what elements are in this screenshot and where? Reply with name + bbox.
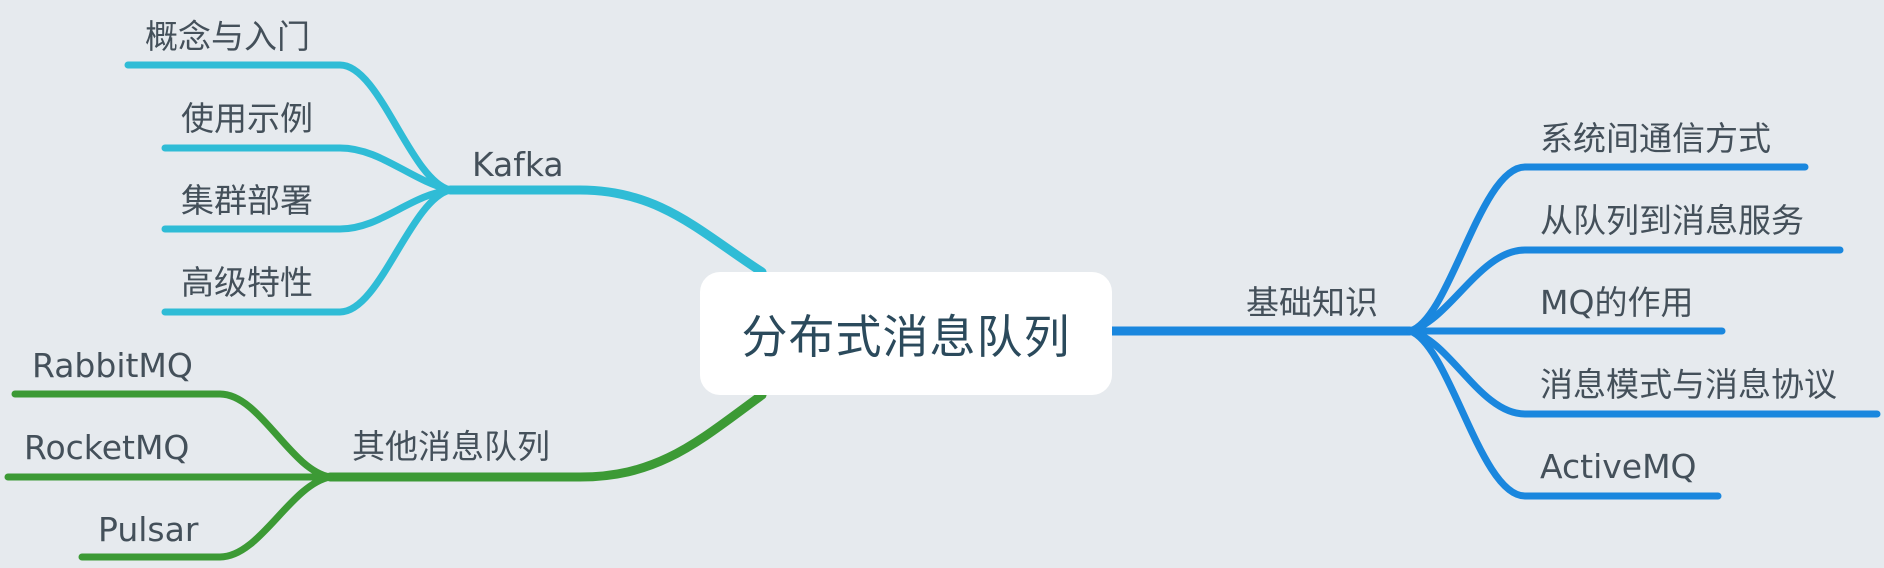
node-basics[interactable]: 基础知识 (1246, 286, 1378, 319)
node-other[interactable]: 其他消息队列 (352, 430, 550, 463)
root-node[interactable]: 分布式消息队列 (700, 272, 1112, 395)
node-other-child-3[interactable]: Pulsar (98, 513, 198, 546)
root-label: 分布式消息队列 (741, 309, 1071, 364)
node-kafka-child-1[interactable]: 概念与入门 (145, 20, 310, 53)
node-basics-child-1[interactable]: 系统间通信方式 (1540, 122, 1771, 155)
mindmap: 分布式消息队列 Kafka 概念与入门 使用示例 集群部署 高级特性 其他消息队… (0, 0, 1884, 568)
node-other-child-2[interactable]: RocketMQ (24, 431, 189, 464)
node-kafka-child-3[interactable]: 集群部署 (181, 184, 313, 217)
node-basics-child-4[interactable]: 消息模式与消息协议 (1540, 368, 1837, 401)
node-kafka[interactable]: Kafka (472, 148, 564, 181)
link-root-kafka (445, 185, 767, 277)
node-kafka-child-2[interactable]: 使用示例 (181, 102, 313, 135)
node-other-child-1[interactable]: RabbitMQ (32, 349, 193, 382)
node-basics-child-5[interactable]: ActiveMQ (1540, 450, 1697, 483)
node-basics-child-3[interactable]: MQ的作用 (1540, 286, 1693, 319)
node-basics-child-2[interactable]: 从队列到消息服务 (1540, 204, 1804, 237)
node-kafka-child-4[interactable]: 高级特性 (181, 266, 313, 299)
